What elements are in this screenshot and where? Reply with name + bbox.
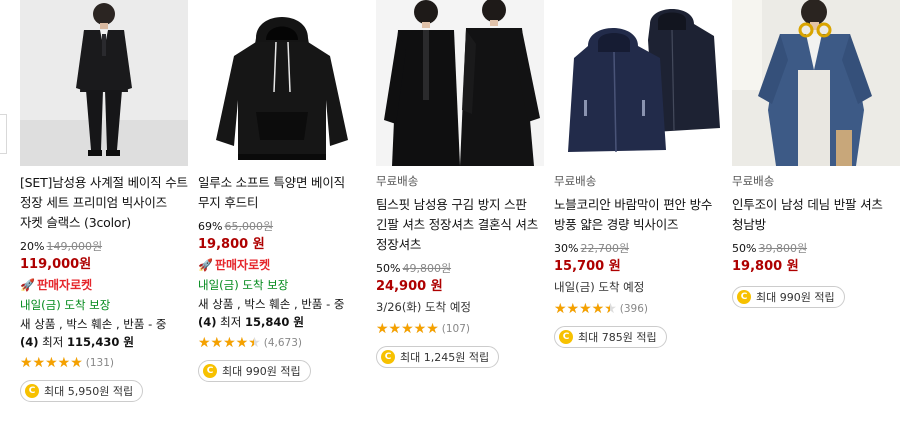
coin-icon: C: [25, 384, 39, 398]
rating: ★★★★★ ★★★★★ (131): [20, 355, 188, 371]
coin-icon: C: [559, 330, 573, 344]
sale-price: 24,900 원: [376, 279, 443, 294]
product-card[interactable]: 무료배송 팀스핏 남성용 구김 방지 스판 긴팔 셔츠 정장셔츠 결혼식 셔츠 …: [376, 0, 544, 368]
product-card[interactable]: [SET]남성용 사계절 베이직 수트 정장 세트 프리미엄 빅사이즈 자켓 슬…: [20, 0, 188, 402]
discount-row: 50% 49,800원: [376, 261, 544, 277]
product-image[interactable]: [20, 0, 188, 166]
used-min-price: 15,840 원: [245, 315, 304, 329]
review-count: (131): [85, 357, 114, 369]
discount-row: 20% 149,000원: [20, 239, 188, 255]
product-image[interactable]: [732, 0, 900, 166]
free-shipping-label: 무료배송: [732, 174, 775, 188]
product-title[interactable]: 노블코리안 바람막이 편안 방수 방풍 얇은 경량 빅사이즈: [554, 195, 722, 235]
original-price: 149,000원: [46, 240, 103, 253]
discount-rate: 50%: [732, 242, 757, 255]
reward-pill: C 최대 5,950원 적립: [20, 380, 144, 402]
free-shipping-label: 무료배송: [376, 174, 419, 188]
used-offer-line[interactable]: 새 상품 , 박스 훼손 , 반품 - 중: [20, 315, 188, 333]
discount-row: 50% 39,800원: [732, 241, 900, 257]
star-icon: ★★★★★★★★★★: [20, 355, 83, 371]
original-price: 65,000원: [224, 220, 274, 233]
coin-icon: C: [203, 364, 217, 378]
used-min-label: 최저: [42, 335, 64, 349]
original-price: 22,700원: [580, 242, 630, 255]
star-icon: ★★★★★★★★★★: [376, 321, 439, 337]
used-count: (4): [20, 335, 39, 349]
rocket-icon: 🚀: [20, 278, 35, 292]
sale-price: 19,800 원: [198, 237, 265, 252]
reward-pill: C 최대 990원 적립: [198, 360, 311, 382]
rating: ★★★★★★★★★★ (4,673): [198, 335, 366, 351]
star-icon: ★★★★★★★★★★: [198, 335, 261, 351]
reward-label: 최대 1,245원 적립: [400, 351, 490, 364]
product-image[interactable]: [376, 0, 544, 166]
discount-rate: 30%: [554, 242, 579, 255]
discount-rate: 69%: [198, 220, 223, 233]
discount-rate: 20%: [20, 240, 45, 253]
arrival-info: 3/26(화) 도착 예정: [376, 300, 472, 314]
carousel-prev-handle[interactable]: [0, 114, 7, 154]
product-title[interactable]: [SET]남성용 사계절 베이직 수트 정장 세트 프리미엄 빅사이즈 자켓 슬…: [20, 173, 188, 233]
sale-price: 15,700 원: [554, 259, 621, 274]
coin-icon: C: [381, 350, 395, 364]
product-title[interactable]: 일루소 소프트 특양면 베이직 무지 후드티: [198, 173, 366, 213]
rocket-icon: 🚀: [198, 258, 213, 272]
review-count: (107): [441, 323, 470, 335]
discount-row: 69% 65,000원: [198, 219, 366, 235]
product-card[interactable]: 일루소 소프트 특양면 베이직 무지 후드티 69% 65,000원 19,800…: [198, 0, 366, 382]
product-title[interactable]: 팀스핏 남성용 구김 방지 스판 긴팔 셔츠 정장셔츠 결혼식 셔츠 정장셔츠: [376, 195, 544, 255]
reward-label: 최대 785원 적립: [578, 331, 657, 344]
reward-label: 최대 990원 적립: [222, 365, 301, 378]
review-count: (396): [619, 303, 648, 315]
used-count: (4): [198, 315, 217, 329]
product-card[interactable]: 무료배송 노블코리안 바람막이 편안 방수 방풍 얇은 경량 빅사이즈 30% 2…: [554, 0, 722, 348]
rocket-badge-label: 판매자로켓: [36, 278, 93, 292]
used-offer-price[interactable]: (4) 최저 115,430 원: [20, 333, 188, 351]
coin-icon: C: [737, 290, 751, 304]
arrival-info: 내일(금) 도착 예정: [554, 280, 645, 294]
discount-row: 30% 22,700원: [554, 241, 722, 257]
sale-price: 119,000원: [20, 257, 92, 272]
reward-pill: C 최대 990원 적립: [732, 286, 845, 308]
arrival-info: 내일(금) 도착 보장: [20, 298, 111, 312]
product-image[interactable]: [198, 0, 366, 166]
product-card[interactable]: 무료배송 인투조이 남성 데님 반팔 셔츠 청남방 50% 39,800원 19,…: [732, 0, 900, 308]
used-offer-price[interactable]: (4) 최저 15,840 원: [198, 313, 366, 331]
rocket-badge: 🚀 판매자로켓: [198, 255, 366, 275]
rating: ★★★★★ ★★★★★ (107): [376, 321, 544, 337]
star-icon: ★★★★★★★★★★: [554, 301, 617, 317]
reward-pill: C 최대 785원 적립: [554, 326, 667, 348]
product-title[interactable]: 인투조이 남성 데님 반팔 셔츠 청남방: [732, 195, 900, 235]
used-min-price: 115,430 원: [67, 335, 134, 349]
original-price: 49,800원: [402, 262, 452, 275]
rating: ★★★★★★★★★★ (396): [554, 301, 722, 317]
original-price: 39,800원: [758, 242, 808, 255]
sale-price: 19,800 원: [732, 259, 799, 274]
reward-label: 최대 5,950원 적립: [44, 385, 134, 398]
discount-rate: 50%: [376, 262, 401, 275]
rocket-badge-label: 판매자로켓: [214, 258, 271, 272]
arrival-info: 내일(금) 도착 보장: [198, 278, 289, 292]
product-image[interactable]: [554, 0, 722, 166]
used-offer-line[interactable]: 새 상품 , 박스 훼손 , 반품 - 중: [198, 295, 366, 313]
reward-pill: C 최대 1,245원 적립: [376, 346, 500, 368]
free-shipping-label: 무료배송: [554, 174, 597, 188]
reward-label: 최대 990원 적립: [756, 291, 835, 304]
used-min-label: 최저: [220, 315, 242, 329]
rocket-badge: 🚀 판매자로켓: [20, 275, 188, 295]
review-count: (4,673): [263, 337, 303, 349]
